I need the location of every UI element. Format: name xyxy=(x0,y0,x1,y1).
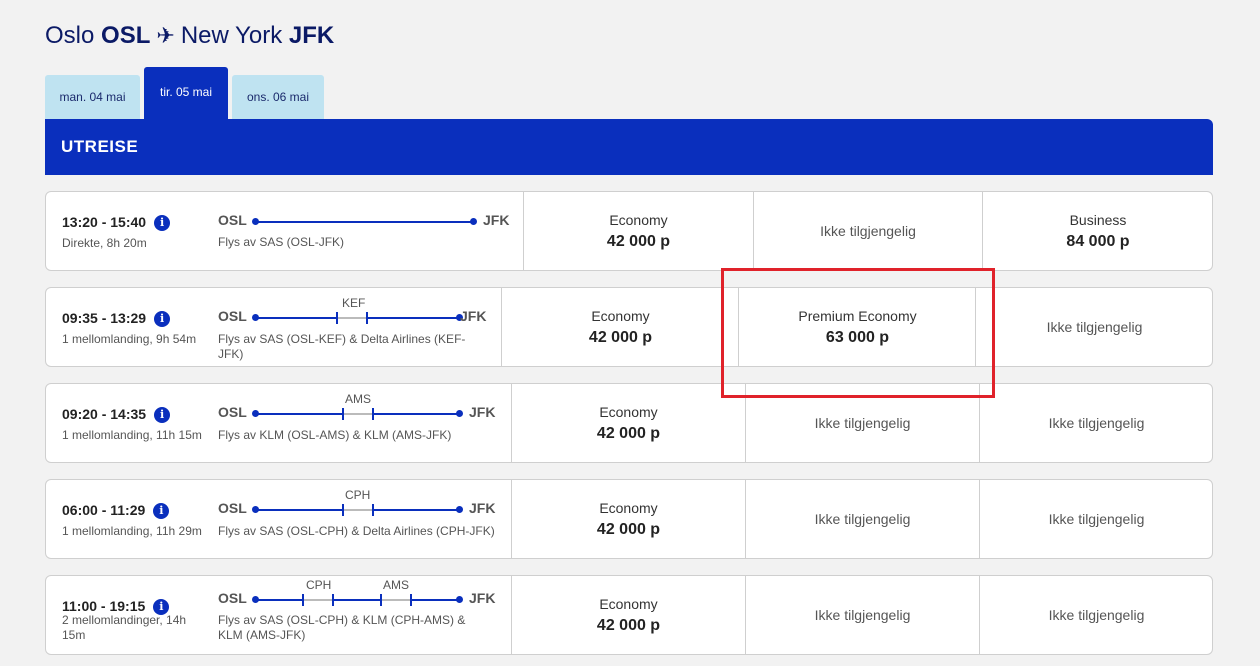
fare-unavailable: Ikke tilgjengelig xyxy=(979,480,1213,558)
flight-duration: 2 mellomlandinger, 14h 15m xyxy=(62,613,187,642)
dest-city: New York xyxy=(180,22,283,49)
tab-label: ons. 06 mai xyxy=(246,90,310,104)
flight-duration: Direkte, 8h 20m xyxy=(62,236,147,250)
dest-code: JFK xyxy=(288,22,335,49)
flight-duration: 1 mellomlanding, 11h 15m xyxy=(62,428,202,442)
fare-economy[interactable]: Economy 42 000 p xyxy=(511,480,745,558)
tab-mon-04[interactable]: man. 04 mai xyxy=(45,75,140,119)
fare-economy[interactable]: Economy 42 000 p xyxy=(511,384,745,462)
fare-economy[interactable]: Economy 42 000 p xyxy=(511,576,745,654)
tab-label: man. 04 mai xyxy=(59,90,126,104)
flight-row[interactable]: 09:20 - 14:35 i 1 mellomlanding, 11h 15m … xyxy=(45,383,1213,463)
dest-airport: JFK xyxy=(469,404,496,420)
section-title: UTREISE xyxy=(61,137,139,156)
plane-icon: ✈ xyxy=(156,23,175,48)
flight-time: 13:20 - 15:40 i xyxy=(62,214,171,231)
dest-airport: JFK xyxy=(469,590,496,606)
origin-code: OSL xyxy=(101,22,151,49)
dest-dot xyxy=(456,506,463,513)
fare-unavailable: Ikke tilgjengelig xyxy=(753,192,982,270)
info-icon[interactable]: i xyxy=(154,215,171,231)
dest-dot xyxy=(456,596,463,603)
route-line xyxy=(256,509,342,511)
fare-unavailable: Ikke tilgjengelig xyxy=(745,384,979,462)
operator-text: Flys av KLM (OSL-AMS) & KLM (AMS-JFK) xyxy=(218,428,452,442)
section-header: UTREISE xyxy=(45,119,1213,175)
route-line xyxy=(412,599,458,601)
flight-duration: 1 mellomlanding, 11h 29m xyxy=(62,524,202,538)
dest-dot xyxy=(470,218,477,225)
operator-text: Flys av SAS (OSL-JFK) xyxy=(218,235,345,249)
flight-row[interactable]: 13:20 - 15:40 i Direkte, 8h 20m OSL JFK F… xyxy=(45,191,1213,271)
info-icon[interactable]: i xyxy=(153,503,170,519)
fare-unavailable: Ikke tilgjengelig xyxy=(979,384,1213,462)
stop-label: KEF xyxy=(342,296,366,310)
stop-gap xyxy=(382,599,410,601)
info-icon[interactable]: i xyxy=(154,311,171,327)
fare-economy[interactable]: Economy 42 000 p xyxy=(501,288,739,366)
fare-economy[interactable]: Economy 42 000 p xyxy=(523,192,753,270)
origin-airport: OSL xyxy=(218,308,247,324)
origin-airport: OSL xyxy=(218,404,247,420)
fare-unavailable: Ikke tilgjengelig xyxy=(975,288,1213,366)
flight-time: 09:35 - 13:29 i xyxy=(62,310,171,327)
flight-row[interactable]: 06:00 - 11:29 i 1 mellomlanding, 11h 29m … xyxy=(45,479,1213,559)
dest-airport: JFK xyxy=(460,308,487,324)
tab-wed-06[interactable]: ons. 06 mai xyxy=(232,75,324,119)
flight-time: 09:20 - 14:35 i xyxy=(62,406,171,423)
flight-row[interactable]: 11:00 - 19:15 i 2 mellomlandinger, 14h 15… xyxy=(45,575,1213,655)
dest-airport: JFK xyxy=(483,212,510,228)
fare-unavailable: Ikke tilgjengelig xyxy=(745,480,979,558)
stop-label: AMS xyxy=(345,392,372,406)
origin-airport: OSL xyxy=(218,212,247,228)
route-line xyxy=(374,413,458,415)
dest-dot xyxy=(456,410,463,417)
route-line xyxy=(374,509,458,511)
stop-label: AMS xyxy=(383,578,410,592)
tab-label: tir. 05 mai xyxy=(159,85,213,99)
route-line xyxy=(256,599,302,601)
route-line xyxy=(334,599,380,601)
stop-label: CPH xyxy=(345,488,371,502)
info-icon[interactable]: i xyxy=(154,407,171,423)
stop-gap xyxy=(338,317,366,319)
flight-duration: 1 mellomlanding, 9h 54m xyxy=(62,332,197,346)
stop-gap xyxy=(304,599,332,601)
dest-airport: JFK xyxy=(469,500,496,516)
origin-city: Oslo xyxy=(45,22,95,49)
route-line xyxy=(256,317,336,319)
operator-text: Flys av SAS (OSL-CPH) & Delta Airlines (… xyxy=(218,524,495,538)
origin-airport: OSL xyxy=(218,500,247,516)
flight-row[interactable]: 09:35 - 13:29 i 1 mellomlanding, 9h 54m O… xyxy=(45,287,1213,367)
fare-unavailable: Ikke tilgjengelig xyxy=(979,576,1213,654)
stop-gap xyxy=(344,509,372,511)
fare-premium-economy[interactable]: Premium Economy 63 000 p xyxy=(738,288,976,366)
operator-text: Flys av SAS (OSL-KEF) & Delta Airlines (… xyxy=(218,332,466,361)
route-line xyxy=(256,413,342,415)
route-line xyxy=(368,317,458,319)
stop-gap xyxy=(344,413,372,415)
stop-label: CPH xyxy=(306,578,332,592)
origin-airport: OSL xyxy=(218,590,247,606)
fare-unavailable: Ikke tilgjengelig xyxy=(745,576,979,654)
tab-tue-05[interactable]: tir. 05 mai xyxy=(144,67,228,119)
route-line xyxy=(256,221,472,223)
page-title: Oslo OSL ✈ New York JFK xyxy=(45,22,334,50)
operator-text: Flys av SAS (OSL-CPH) & KLM (CPH-AMS) & … xyxy=(218,613,466,642)
flight-time: 06:00 - 11:29 i xyxy=(62,502,170,519)
fare-business[interactable]: Business 84 000 p xyxy=(982,192,1213,270)
